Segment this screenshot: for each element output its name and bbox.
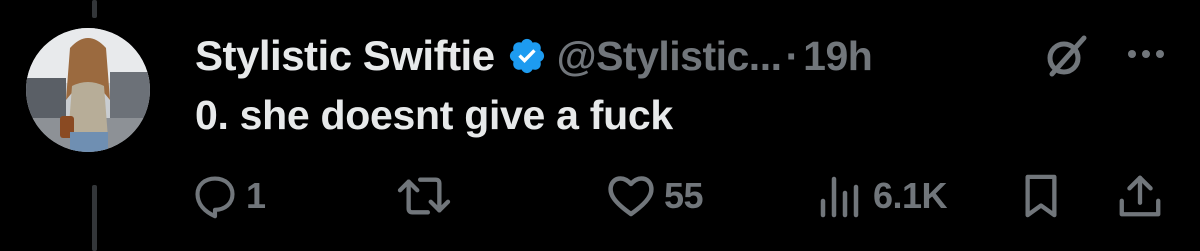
like-count: 55	[664, 175, 704, 216]
retweet-button[interactable]	[397, 170, 451, 222]
views-count: 6.1K	[873, 175, 948, 216]
user-handle[interactable]: @Stylistic...	[557, 33, 782, 80]
thread-line-bottom	[92, 185, 97, 251]
timestamp[interactable]: 19h	[803, 33, 873, 80]
thread-line-top	[92, 0, 97, 18]
views-button[interactable]: 6.1K	[815, 170, 948, 222]
reply-button[interactable]: 1	[192, 170, 266, 222]
like-button[interactable]: 55	[606, 170, 704, 222]
grok-icon[interactable]	[1040, 30, 1092, 82]
reply-count: 1	[246, 175, 266, 216]
bookmark-icon	[1025, 174, 1057, 218]
share-button[interactable]	[1116, 170, 1164, 222]
retweet-icon	[397, 177, 451, 215]
display-name[interactable]: Stylistic Swiftie	[195, 32, 495, 80]
verified-badge-icon[interactable]	[507, 36, 547, 76]
share-icon	[1119, 175, 1161, 217]
avatar-image	[26, 28, 150, 152]
bookmark-button[interactable]	[1020, 170, 1062, 222]
tweet-header: Stylistic Swiftie @Stylistic... · 19h	[195, 26, 873, 86]
views-icon	[820, 176, 859, 218]
separator-dot: ·	[785, 32, 800, 79]
tweet-text: 0. she doesnt give a fuck	[195, 92, 673, 138]
more-icon[interactable]	[1124, 44, 1168, 64]
avatar[interactable]	[26, 28, 150, 152]
reply-icon	[195, 176, 235, 219]
heart-icon	[608, 176, 654, 217]
